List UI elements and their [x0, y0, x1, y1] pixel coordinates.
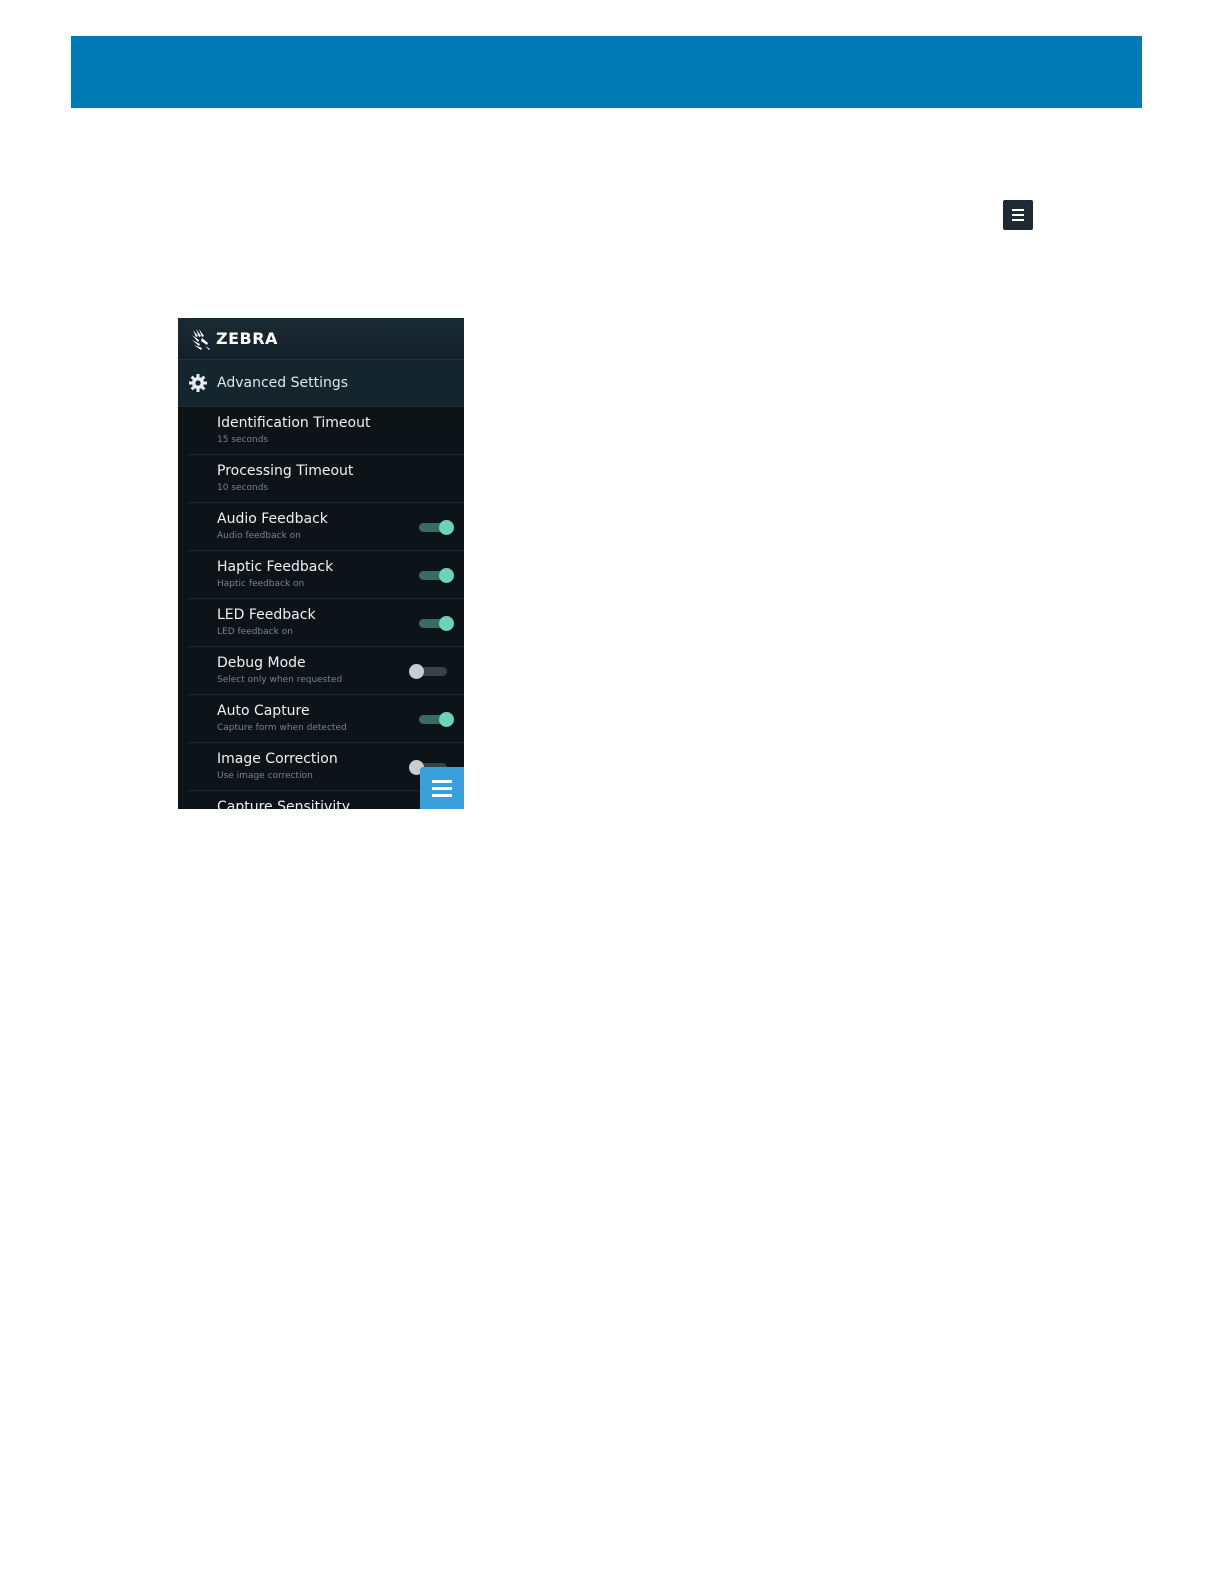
brand-name: ZEBRA: [216, 329, 278, 348]
setting-title: LED Feedback: [217, 607, 316, 623]
setting-title: Image Correction: [217, 751, 338, 767]
setting-title: Identification Timeout: [217, 415, 371, 431]
zebra-logo-icon: [192, 328, 210, 350]
setting-debug-mode[interactable]: Debug Mode Select only when requested: [188, 647, 464, 695]
setting-subtitle: Capture form when detected: [217, 723, 347, 733]
setting-auto-capture[interactable]: Auto Capture Capture form when detected: [188, 695, 464, 743]
setting-title: Auto Capture: [217, 703, 310, 719]
app-screenshot: ZEBRA Advanced Settings Identification T…: [178, 318, 464, 809]
setting-title: Processing Timeout: [217, 463, 354, 479]
setting-processing-timeout[interactable]: Processing Timeout 10 seconds: [188, 455, 464, 503]
setting-audio-feedback[interactable]: Audio Feedback Audio feedback on: [188, 503, 464, 551]
section-title: Advanced Settings: [217, 375, 349, 391]
setting-title: Haptic Feedback: [217, 559, 334, 575]
setting-subtitle: Use image correction: [217, 771, 313, 781]
led-feedback-toggle[interactable]: [413, 616, 454, 631]
setting-subtitle: Select only when requested: [217, 675, 343, 685]
setting-subtitle: LED feedback on: [217, 627, 293, 637]
settings-list: Identification Timeout 15 seconds Proces…: [178, 407, 464, 809]
setting-led-feedback[interactable]: LED Feedback LED feedback on: [188, 599, 464, 647]
debug-mode-toggle[interactable]: [409, 664, 449, 679]
setting-subtitle: Audio feedback on: [217, 531, 301, 541]
audio-feedback-toggle[interactable]: [413, 520, 454, 535]
gear-icon: [189, 374, 207, 392]
app-header: ZEBRA: [178, 318, 464, 360]
setting-identification-timeout[interactable]: Identification Timeout 15 seconds: [188, 407, 464, 455]
setting-title: Capture Sensitivity: [217, 799, 350, 809]
haptic-feedback-toggle[interactable]: [413, 568, 454, 583]
setting-subtitle: 10 seconds: [217, 483, 269, 493]
setting-subtitle: Haptic feedback on: [217, 579, 305, 589]
setting-haptic-feedback[interactable]: Haptic Feedback Haptic feedback on: [188, 551, 464, 599]
advanced-settings-header[interactable]: Advanced Settings: [178, 360, 464, 407]
setting-title: Audio Feedback: [217, 511, 328, 527]
menu-icon: [1003, 200, 1033, 230]
page-header-bar: [71, 36, 1142, 108]
auto-capture-toggle[interactable]: [413, 712, 454, 727]
menu-fab-button[interactable]: [420, 767, 464, 809]
setting-title: Debug Mode: [217, 655, 306, 671]
setting-subtitle: 15 seconds: [217, 435, 269, 445]
menu-icon: [432, 779, 452, 797]
